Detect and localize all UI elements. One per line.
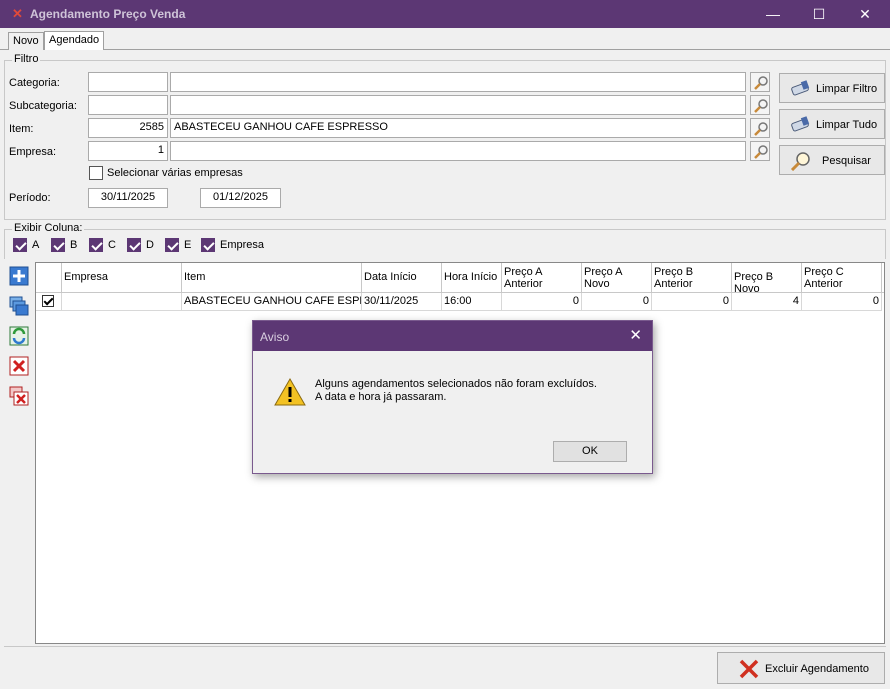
- refresh-icon[interactable]: [9, 326, 29, 346]
- selecionar-varias-checkbox[interactable]: [89, 166, 103, 180]
- dialog-message-line2: A data e hora já passaram.: [315, 391, 447, 403]
- search-icon: [790, 152, 810, 171]
- magnifier-icon: [754, 122, 768, 136]
- tab-novo[interactable]: Novo: [8, 32, 44, 50]
- row-item-cell[interactable]: ABASTECEU GANHOU CAFE ESPRESSO: [182, 293, 362, 311]
- grid-header-overflow: [882, 263, 884, 293]
- minimize-button[interactable]: —: [750, 0, 796, 28]
- grid-header-select: [36, 263, 62, 293]
- pesquisar-button[interactable]: Pesquisar: [779, 145, 885, 175]
- dialog-title-bar: Aviso ✕: [253, 321, 652, 351]
- subcategoria-code-input[interactable]: [88, 95, 168, 115]
- row-hora-inicio-cell[interactable]: 16:00: [442, 293, 502, 311]
- maximize-button[interactable]: ☐: [796, 0, 842, 28]
- row-preco-a-novo-cell[interactable]: 0: [582, 293, 652, 311]
- tab-strip: Novo Agendado: [0, 28, 890, 50]
- row-empresa-cell[interactable]: [62, 293, 182, 311]
- magnifier-icon: [754, 99, 768, 113]
- empresa-desc-input[interactable]: [170, 141, 746, 161]
- item-desc-input[interactable]: ABASTECEU GANHOU CAFE ESPRESSO: [170, 118, 746, 138]
- row-preco-a-anterior-cell[interactable]: 0: [502, 293, 582, 311]
- row-preco-b-anterior-cell[interactable]: 0: [652, 293, 732, 311]
- magnifier-icon: [754, 145, 768, 159]
- coluna-d-label: D: [146, 239, 154, 251]
- grid-header-preco-b-novo[interactable]: Preço B Novo: [732, 263, 802, 293]
- grid-header-data-inicio[interactable]: Data Início: [362, 263, 442, 293]
- warning-icon: [274, 377, 306, 406]
- subcategoria-lookup-button[interactable]: [750, 95, 770, 115]
- grid-header-item[interactable]: Item: [182, 263, 362, 293]
- empresa-code-input[interactable]: 1: [88, 141, 168, 161]
- item-label: Item:: [9, 123, 34, 135]
- footer-divider: [4, 646, 886, 647]
- categoria-label: Categoria:: [9, 77, 60, 89]
- tab-agendado[interactable]: Agendado: [44, 31, 105, 50]
- magnifier-icon: [754, 76, 768, 90]
- add-row-icon[interactable]: [9, 266, 29, 286]
- grid-header-preco-b-anterior[interactable]: Preço B Anterior: [652, 263, 732, 293]
- delete-row-icon[interactable]: [9, 356, 29, 376]
- dialog-close-button[interactable]: ✕: [629, 326, 642, 344]
- subcategoria-desc-input[interactable]: [170, 95, 746, 115]
- limpar-filtro-label: Limpar Filtro: [816, 83, 878, 95]
- eraser-icon: [791, 80, 810, 96]
- limpar-tudo-label: Limpar Tudo: [816, 119, 878, 131]
- ok-button[interactable]: OK: [553, 441, 627, 462]
- limpar-tudo-button[interactable]: Limpar Tudo: [779, 109, 885, 139]
- coluna-b-label: B: [70, 239, 78, 251]
- delete-all-icon[interactable]: [9, 386, 29, 406]
- eraser-icon: [791, 116, 810, 132]
- grid-header-preco-a-anterior[interactable]: Preço A Anterior: [502, 263, 582, 293]
- delete-x-icon: [739, 659, 759, 679]
- periodo-label: Período:: [9, 192, 51, 204]
- periodo-inicio-input[interactable]: 30/11/2025: [88, 188, 168, 208]
- subcategoria-label: Subcategoria:: [9, 100, 77, 112]
- coluna-c-label: C: [108, 239, 116, 251]
- grid-header-hora-inicio[interactable]: Hora Início: [442, 263, 502, 293]
- item-lookup-button[interactable]: [750, 118, 770, 138]
- exibir-coluna-label: Exibir Coluna:: [12, 222, 85, 234]
- periodo-fim-input[interactable]: 01/12/2025: [200, 188, 281, 208]
- excluir-agendamento-label: Excluir Agendamento: [765, 663, 869, 675]
- app-logo-icon: ✕: [12, 6, 23, 21]
- grid-header-empresa[interactable]: Empresa: [62, 263, 182, 293]
- aviso-dialog: Aviso ✕ Alguns agendamentos selecionados…: [252, 320, 653, 474]
- categoria-lookup-button[interactable]: [750, 72, 770, 92]
- filtro-group-label: Filtro: [12, 53, 41, 65]
- coluna-a-label: A: [32, 239, 40, 251]
- pesquisar-label: Pesquisar: [822, 155, 871, 167]
- categoria-code-input[interactable]: [88, 72, 168, 92]
- dialog-message-line1: Alguns agendamentos selecionados não for…: [315, 378, 597, 390]
- categoria-desc-input[interactable]: [170, 72, 746, 92]
- row-preco-c-anterior-cell[interactable]: 0: [802, 293, 882, 311]
- coluna-empresa-label: Empresa: [220, 239, 265, 251]
- limpar-filtro-button[interactable]: Limpar Filtro: [779, 73, 885, 103]
- empresa-lookup-button[interactable]: [750, 141, 770, 161]
- row-data-inicio-cell[interactable]: 30/11/2025: [362, 293, 442, 311]
- item-code-input[interactable]: 2585: [88, 118, 168, 138]
- dialog-title: Aviso: [260, 330, 290, 344]
- selecionar-varias-label: Selecionar várias empresas: [107, 167, 243, 179]
- close-button[interactable]: ✕: [842, 0, 888, 28]
- duplicate-row-icon[interactable]: [9, 296, 29, 316]
- grid-header-preco-a-novo[interactable]: Preço A Novo: [582, 263, 652, 293]
- excluir-agendamento-button[interactable]: Excluir Agendamento: [717, 652, 885, 684]
- grid-header-preco-c-anterior[interactable]: Preço C Anterior: [802, 263, 882, 293]
- coluna-e-label: E: [184, 239, 192, 251]
- row-preco-b-novo-cell[interactable]: 4: [732, 293, 802, 311]
- window-title: Agendamento Preço Venda: [30, 7, 186, 21]
- row-select-cell[interactable]: [36, 293, 62, 311]
- row-select-checkbox[interactable]: [42, 295, 54, 307]
- empresa-label: Empresa:: [9, 146, 57, 158]
- title-bar: ✕ Agendamento Preço Venda — ☐ ✕: [0, 0, 890, 28]
